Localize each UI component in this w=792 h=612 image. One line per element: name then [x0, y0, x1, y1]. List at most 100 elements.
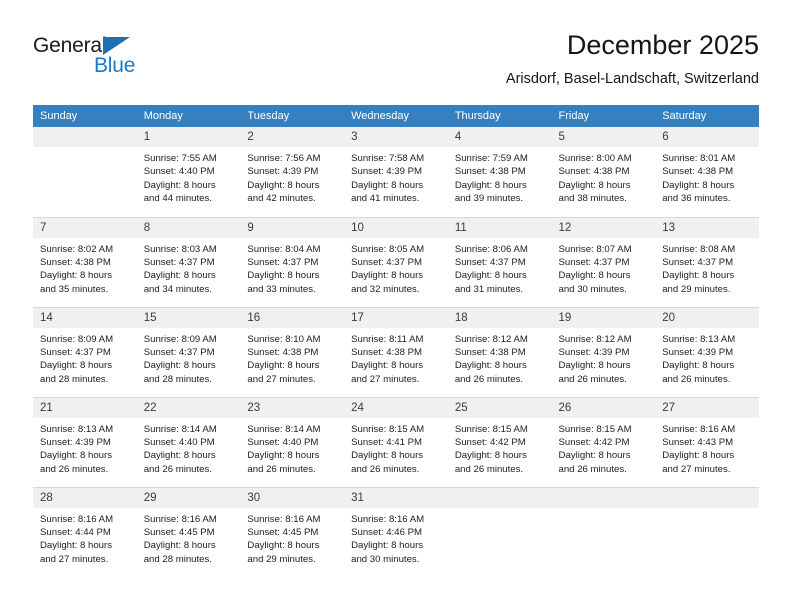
day-number: 5	[551, 127, 656, 147]
day-number	[33, 127, 137, 147]
day-details: Sunrise: 7:56 AM Sunset: 4:39 PM Daylight:…	[240, 147, 344, 206]
calendar-day[interactable]: 27 Sunrise: 8:16 AM Sunset: 4:43 PM Dayligh…	[655, 397, 759, 487]
daylight-text: and 26 minutes.	[351, 463, 420, 475]
sunrise-text: Sunrise: 8:10 AM	[247, 333, 321, 345]
day-number	[551, 487, 656, 508]
day-number: 20	[655, 307, 759, 328]
calendar-table: Sunday Monday Tuesday Wednesday Thursday…	[33, 105, 759, 577]
calendar-day[interactable]: 22 Sunrise: 8:14 AM Sunset: 4:40 PM Dayligh…	[136, 397, 241, 487]
calendar-day[interactable]: 8 Sunrise: 8:03 AM Sunset: 4:37 PM Daylight…	[136, 217, 241, 307]
daylight-text: and 44 minutes.	[143, 193, 212, 205]
calendar-day-empty	[447, 487, 552, 578]
calendar-cell	[655, 486, 759, 578]
sunrise-text: Sunrise: 7:58 AM	[351, 153, 425, 164]
sunset-text: Sunset: 4:39 PM	[247, 166, 319, 178]
calendar-day[interactable]: 12 Sunrise: 8:07 AM Sunset: 4:37 PM Dayligh…	[551, 217, 656, 307]
calendar-day[interactable]: 5 Sunrise: 8:00 AM Sunset: 4:38 PM Daylight…	[551, 127, 656, 217]
day-number: 18	[447, 307, 552, 328]
calendar-day[interactable]: 28 Sunrise: 8:16 AM Sunset: 4:44 PM Dayligh…	[33, 487, 137, 578]
day-details: Sunrise: 7:59 AM Sunset: 4:38 PM Daylight:…	[448, 147, 552, 206]
sunrise-text: Sunrise: 8:04 AM	[247, 243, 321, 255]
day-number: 31	[344, 487, 448, 508]
calendar-day[interactable]: 4 Sunrise: 7:59 AM Sunset: 4:38 PM Daylight…	[447, 127, 552, 217]
calendar-cell: 27 Sunrise: 8:16 AM Sunset: 4:43 PM Dayligh…	[655, 396, 759, 487]
sunset-text: Sunset: 4:40 PM	[247, 436, 319, 448]
daylight-text: Daylight: 8 hours	[247, 540, 320, 552]
day-details: Sunrise: 8:06 AM Sunset: 4:37 PM Daylight:…	[448, 238, 552, 297]
calendar-day[interactable]: 30 Sunrise: 8:16 AM Sunset: 4:45 PM Dayligh…	[240, 487, 345, 578]
daylight-text: Daylight: 8 hours	[454, 270, 527, 282]
calendar-day[interactable]: 13 Sunrise: 8:08 AM Sunset: 4:37 PM Dayligh…	[655, 217, 759, 307]
sunrise-text: Sunrise: 8:08 AM	[662, 243, 736, 255]
calendar-day[interactable]: 23 Sunrise: 8:14 AM Sunset: 4:40 PM Dayligh…	[240, 397, 345, 487]
sunset-text: Sunset: 4:45 PM	[143, 526, 215, 538]
calendar-day[interactable]: 6 Sunrise: 8:01 AM Sunset: 4:38 PM Daylight…	[655, 127, 759, 217]
daylight-text: Daylight: 8 hours	[351, 360, 424, 372]
day-number: 3	[344, 127, 448, 147]
calendar-cell: 3 Sunrise: 7:58 AM Sunset: 4:39 PM Daylight…	[344, 127, 448, 217]
calendar-cell: 31 Sunrise: 8:16 AM Sunset: 4:46 PM Dayligh…	[344, 486, 448, 578]
daylight-text: Daylight: 8 hours	[558, 270, 631, 282]
calendar-cell: 16 Sunrise: 8:10 AM Sunset: 4:38 PM Dayligh…	[240, 306, 345, 397]
daylight-text: and 34 minutes.	[143, 283, 212, 295]
sunset-text: Sunset: 4:41 PM	[351, 436, 423, 448]
calendar-cell: 1 Sunrise: 7:55 AM Sunset: 4:40 PM Daylight…	[136, 127, 241, 217]
day-details: Sunrise: 8:00 AM Sunset: 4:38 PM Daylight:…	[552, 147, 656, 206]
calendar-day[interactable]: 3 Sunrise: 7:58 AM Sunset: 4:39 PM Daylight…	[344, 127, 448, 217]
daylight-text: and 26 minutes.	[143, 463, 212, 475]
calendar-week-row: 21 Sunrise: 8:13 AM Sunset: 4:39 PM Dayligh…	[33, 396, 759, 487]
sunrise-text: Sunrise: 8:15 AM	[454, 423, 528, 435]
sunrise-text: Sunrise: 8:16 AM	[40, 513, 114, 525]
calendar-day[interactable]: 11 Sunrise: 8:06 AM Sunset: 4:37 PM Dayligh…	[447, 217, 552, 307]
daylight-text: and 27 minutes.	[40, 553, 109, 565]
calendar-day[interactable]: 24 Sunrise: 8:15 AM Sunset: 4:41 PM Dayligh…	[344, 397, 448, 487]
sunset-text: Sunset: 4:37 PM	[143, 346, 215, 358]
sunrise-text: Sunrise: 8:16 AM	[351, 513, 425, 525]
day-number: 9	[240, 217, 345, 238]
day-number: 12	[551, 217, 656, 238]
calendar-cell: 28 Sunrise: 8:16 AM Sunset: 4:44 PM Dayligh…	[33, 486, 137, 578]
day-details: Sunrise: 8:13 AM Sunset: 4:39 PM Daylight:…	[33, 418, 137, 477]
sunset-text: Sunset: 4:39 PM	[351, 166, 423, 178]
calendar-day[interactable]: 20 Sunrise: 8:13 AM Sunset: 4:39 PM Dayligh…	[655, 307, 759, 397]
daylight-text: and 26 minutes.	[662, 373, 731, 385]
day-number: 25	[447, 397, 552, 418]
calendar-page: General Blue December 2025 Arisdorf, Bas…	[0, 0, 792, 612]
title-block: December 2025 Arisdorf, Basel-Landschaft…	[506, 28, 759, 90]
weekday-header-saturday: Saturday	[655, 105, 759, 127]
calendar-day[interactable]: 14 Sunrise: 8:09 AM Sunset: 4:37 PM Dayligh…	[33, 307, 137, 397]
calendar-day[interactable]: 7 Sunrise: 8:02 AM Sunset: 4:38 PM Daylight…	[33, 217, 137, 307]
calendar-day[interactable]: 29 Sunrise: 8:16 AM Sunset: 4:45 PM Dayligh…	[136, 487, 241, 578]
calendar-day[interactable]: 10 Sunrise: 8:05 AM Sunset: 4:37 PM Dayligh…	[344, 217, 448, 307]
calendar-day[interactable]: 21 Sunrise: 8:13 AM Sunset: 4:39 PM Dayligh…	[33, 397, 137, 487]
calendar-day[interactable]: 31 Sunrise: 8:16 AM Sunset: 4:46 PM Dayligh…	[344, 487, 448, 578]
calendar-day-empty	[551, 487, 656, 578]
daylight-text: and 39 minutes.	[454, 193, 524, 205]
calendar-day[interactable]: 2 Sunrise: 7:56 AM Sunset: 4:39 PM Daylight…	[240, 127, 345, 217]
calendar-day[interactable]: 26 Sunrise: 8:15 AM Sunset: 4:42 PM Dayligh…	[551, 397, 656, 487]
daylight-text: Daylight: 8 hours	[351, 540, 424, 552]
sunset-text: Sunset: 4:37 PM	[454, 256, 526, 268]
calendar-cell: 5 Sunrise: 8:00 AM Sunset: 4:38 PM Daylight…	[551, 127, 656, 217]
calendar-cell	[33, 127, 137, 217]
calendar-day[interactable]: 18 Sunrise: 8:12 AM Sunset: 4:38 PM Dayligh…	[447, 307, 552, 397]
calendar-day[interactable]: 16 Sunrise: 8:10 AM Sunset: 4:38 PM Dayligh…	[240, 307, 345, 397]
day-details: Sunrise: 8:16 AM Sunset: 4:45 PM Daylight:…	[240, 508, 344, 567]
calendar-day[interactable]: 9 Sunrise: 8:04 AM Sunset: 4:37 PM Daylight…	[240, 217, 345, 307]
calendar-day[interactable]: 25 Sunrise: 8:15 AM Sunset: 4:42 PM Dayligh…	[447, 397, 552, 487]
daylight-text: and 26 minutes.	[454, 373, 524, 385]
daylight-text: and 26 minutes.	[558, 463, 627, 475]
calendar-day[interactable]: 15 Sunrise: 8:09 AM Sunset: 4:37 PM Dayligh…	[136, 307, 241, 397]
sunrise-text: Sunrise: 7:56 AM	[247, 153, 321, 164]
day-number: 30	[240, 487, 345, 508]
daylight-text: Daylight: 8 hours	[247, 270, 320, 282]
calendar-day[interactable]: 19 Sunrise: 8:12 AM Sunset: 4:39 PM Dayligh…	[551, 307, 656, 397]
calendar-day-empty	[655, 487, 759, 578]
calendar-day[interactable]: 1 Sunrise: 7:55 AM Sunset: 4:40 PM Daylight…	[136, 127, 241, 217]
day-number: 1	[136, 127, 241, 147]
calendar-day[interactable]: 17 Sunrise: 8:11 AM Sunset: 4:38 PM Dayligh…	[344, 307, 448, 397]
daylight-text: Daylight: 8 hours	[143, 360, 216, 372]
day-number	[447, 487, 552, 508]
calendar-cell: 24 Sunrise: 8:15 AM Sunset: 4:41 PM Dayligh…	[344, 396, 448, 487]
sunset-text: Sunset: 4:38 PM	[247, 346, 319, 358]
